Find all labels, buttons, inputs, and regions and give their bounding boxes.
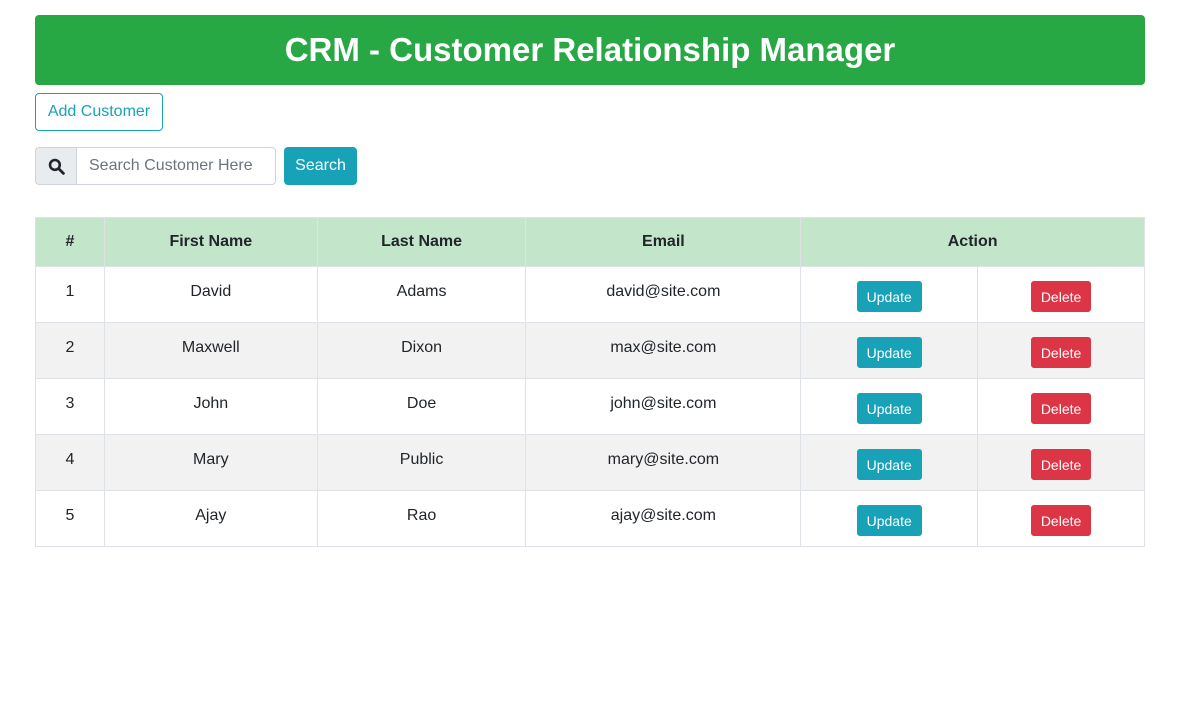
last-name-cell: Dixon (316, 322, 527, 379)
delete-button[interactable]: Delete (1030, 393, 1092, 424)
page-header: CRM - Customer Relationship Manager (35, 15, 1145, 85)
first-name-cell: Mary (103, 434, 318, 491)
first-name: David (190, 282, 232, 300)
search-icon (35, 147, 76, 185)
delete-button[interactable]: Delete (1030, 505, 1092, 536)
delete-cell: Delete (977, 266, 1145, 323)
row-number: 2 (65, 338, 75, 356)
table-header-row: # First Name Last Name Email Action (35, 217, 1145, 267)
update-cell: Update (800, 490, 979, 547)
column-header-first-name: First Name (103, 217, 318, 267)
update-cell: Update (800, 266, 979, 323)
email: max@site.com (610, 338, 717, 356)
update-button[interactable]: Update (856, 393, 922, 424)
row-number: 3 (65, 394, 75, 412)
table-row: 3 John Doe john@site.com Update Delete (35, 378, 1145, 435)
update-cell: Update (800, 378, 979, 435)
first-name: Maxwell (181, 338, 240, 356)
row-number-cell: 2 (35, 322, 105, 379)
row-number: 4 (65, 450, 75, 468)
page-title: CRM - Customer Relationship Manager (284, 31, 896, 68)
first-name-cell: Maxwell (103, 322, 318, 379)
row-number: 5 (65, 506, 75, 524)
delete-button[interactable]: Delete (1030, 449, 1092, 480)
table-row: 5 Ajay Rao ajay@site.com Update Delete (35, 490, 1145, 547)
email-cell: mary@site.com (525, 434, 802, 491)
search-group: Search (35, 147, 357, 185)
customer-table: # First Name Last Name Email Action 1 Da… (35, 217, 1145, 547)
first-name-cell: David (103, 266, 318, 323)
delete-cell: Delete (977, 378, 1145, 435)
last-name: Rao (406, 506, 437, 524)
first-name-cell: John (103, 378, 318, 435)
column-header-action: Action (800, 217, 1145, 267)
last-name: Public (399, 450, 444, 468)
email: mary@site.com (607, 450, 720, 468)
update-button[interactable]: Update (856, 337, 922, 368)
email: david@site.com (606, 282, 721, 300)
update-button[interactable]: Update (856, 505, 922, 536)
last-name-cell: Adams (316, 266, 527, 323)
email-cell: max@site.com (525, 322, 802, 379)
last-name-cell: Public (316, 434, 527, 491)
table-row: 4 Mary Public mary@site.com Update Delet… (35, 434, 1145, 491)
email: ajay@site.com (610, 506, 716, 524)
last-name: Adams (396, 282, 447, 300)
update-button[interactable]: Update (856, 281, 922, 312)
last-name-cell: Doe (316, 378, 527, 435)
search-button[interactable]: Search (284, 147, 357, 185)
delete-cell: Delete (977, 490, 1145, 547)
email-cell: ajay@site.com (525, 490, 802, 547)
update-cell: Update (800, 434, 979, 491)
delete-cell: Delete (977, 434, 1145, 491)
table-row: 2 Maxwell Dixon max@site.com Update Dele… (35, 322, 1145, 379)
row-number-cell: 4 (35, 434, 105, 491)
first-name: Mary (193, 450, 229, 468)
last-name: Dixon (401, 338, 443, 356)
last-name-cell: Rao (316, 490, 527, 547)
email: john@site.com (610, 394, 717, 412)
column-header-last-name: Last Name (316, 217, 527, 267)
row-number-cell: 3 (35, 378, 105, 435)
email-cell: david@site.com (525, 266, 802, 323)
first-name: John (193, 394, 229, 412)
row-number: 1 (65, 282, 75, 300)
email-cell: john@site.com (525, 378, 802, 435)
add-customer-button[interactable]: Add Customer (35, 93, 163, 131)
update-button[interactable]: Update (856, 449, 922, 480)
row-number-cell: 1 (35, 266, 105, 323)
delete-button[interactable]: Delete (1030, 337, 1092, 368)
table-row: 1 David Adams david@site.com Update Dele… (35, 266, 1145, 323)
update-cell: Update (800, 322, 979, 379)
first-name: Ajay (195, 506, 227, 524)
search-input[interactable] (76, 147, 276, 185)
column-header-number: # (35, 217, 105, 267)
delete-button[interactable]: Delete (1030, 281, 1092, 312)
column-header-email: Email (525, 217, 802, 267)
row-number-cell: 5 (35, 490, 105, 547)
delete-cell: Delete (977, 322, 1145, 379)
last-name: Doe (406, 394, 437, 412)
first-name-cell: Ajay (103, 490, 318, 547)
